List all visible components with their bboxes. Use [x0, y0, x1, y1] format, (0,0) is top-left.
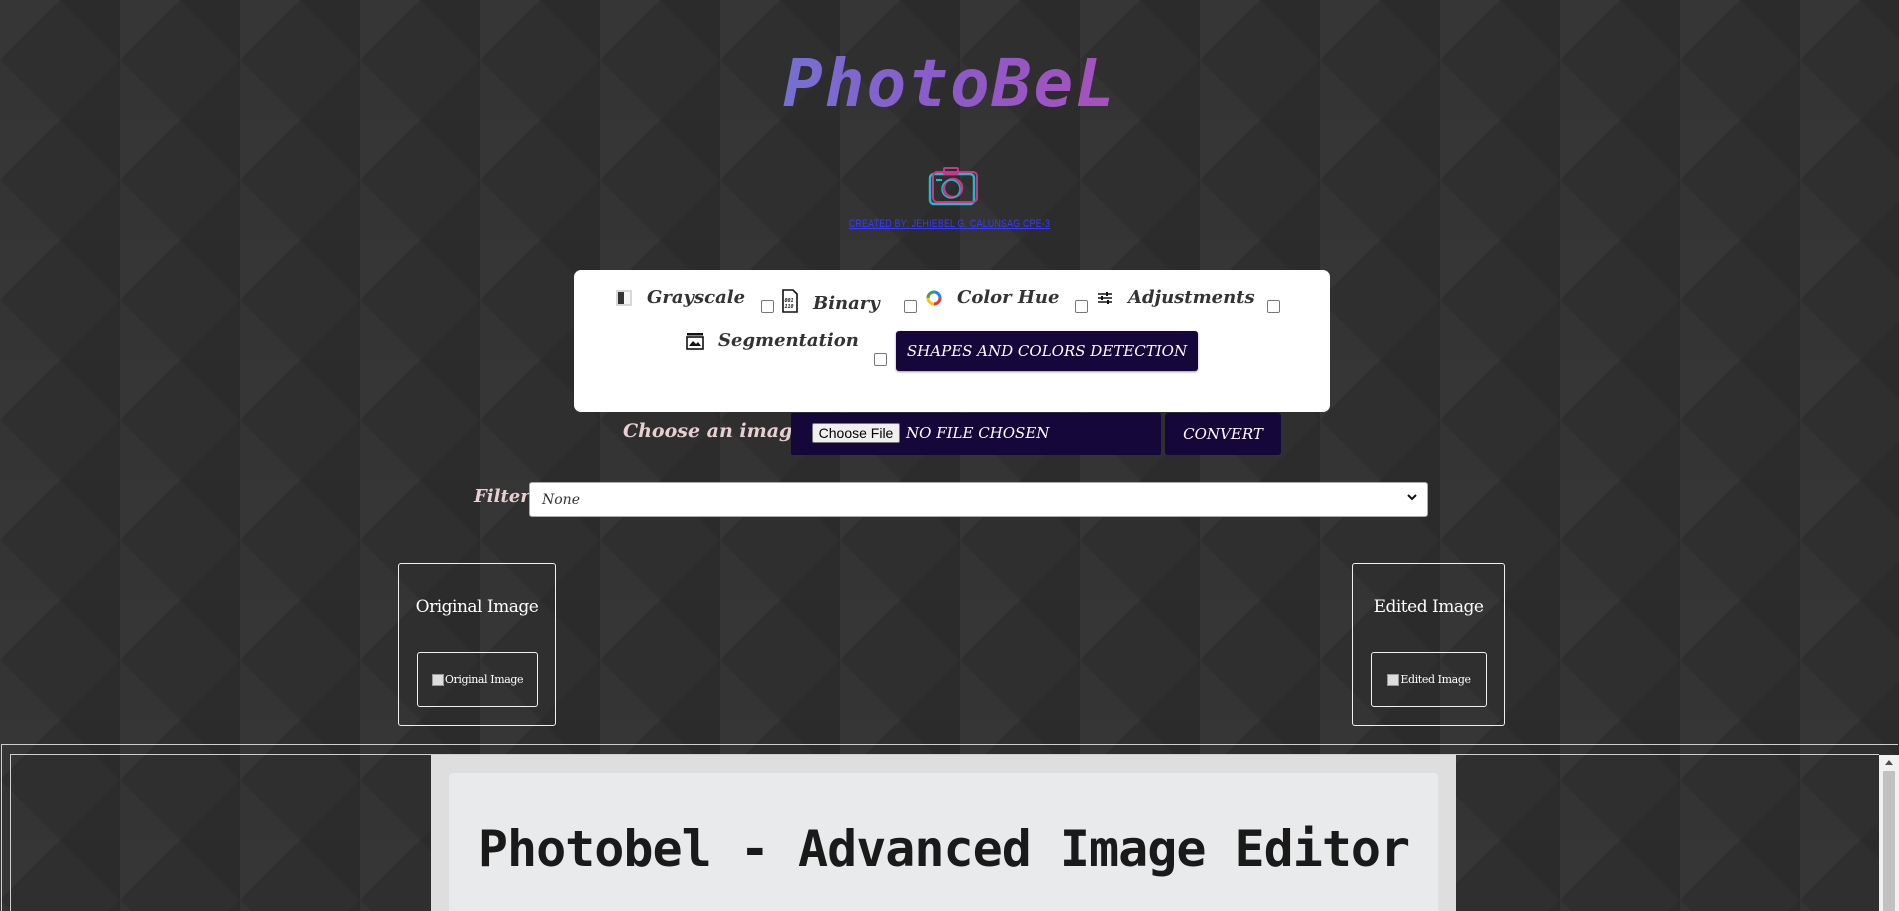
- shapes-colors-detection-button[interactable]: SHAPES AND COLORS DETECTION: [896, 331, 1198, 371]
- option-color-hue: Color Hue: [925, 287, 1059, 308]
- option-grayscale: Grayscale: [615, 287, 745, 308]
- svg-text:110: 110: [785, 304, 794, 310]
- file-status: NO FILE CHOSEN: [906, 424, 1050, 442]
- color-hue-checkbox[interactable]: [1075, 300, 1088, 313]
- scroll-up-icon[interactable]: [1885, 760, 1893, 765]
- choose-file-button[interactable]: Choose File: [812, 423, 900, 443]
- adjustments-label: Adjustments: [1128, 287, 1255, 308]
- broken-image-icon: [431, 673, 444, 686]
- edited-image-title: Edited Image: [1373, 597, 1484, 617]
- app-logo: PhotoBeL: [735, 44, 1165, 124]
- frame-scrollbar[interactable]: [1879, 755, 1899, 911]
- camera-icon: [928, 166, 978, 208]
- filter-label: Filter: [474, 486, 530, 507]
- binary-icon: 001 110: [781, 288, 799, 313]
- edited-image: Edited Image: [1371, 652, 1487, 707]
- scrollbar-thumb[interactable]: [1883, 771, 1895, 911]
- filter-selected-value: None: [542, 491, 580, 508]
- original-image-card: Original Image Original Image: [398, 563, 556, 726]
- sliders-icon: [1096, 289, 1114, 307]
- adjustments-checkbox[interactable]: [1267, 300, 1280, 313]
- grayscale-checkbox[interactable]: [761, 300, 774, 313]
- logo-text: PhotoBeL: [735, 44, 1165, 124]
- binary-label: Binary: [813, 293, 880, 314]
- edited-image-alt: Edited Image: [1400, 673, 1471, 686]
- segmentation-icon: [686, 332, 704, 350]
- chevron-down-icon: [1406, 491, 1418, 503]
- original-image: Original Image: [417, 652, 538, 707]
- color-hue-label: Color Hue: [957, 287, 1060, 308]
- embedded-doc-title: Photobel - Advanced Image Editor: [477, 820, 1410, 878]
- segmentation-label: Segmentation: [718, 330, 859, 351]
- binary-checkbox[interactable]: [904, 300, 917, 313]
- original-image-title: Original Image: [415, 597, 539, 617]
- segmentation-checkbox[interactable]: [874, 353, 887, 366]
- original-image-alt: Original Image: [444, 673, 524, 686]
- credit-link[interactable]: CREATED BY: JEHIEBEL G. CALUNSAG CPE-3: [190, 218, 1709, 230]
- option-adjustments: Adjustments: [1096, 287, 1255, 308]
- color-wheel-icon: [925, 289, 943, 307]
- grayscale-icon: [615, 289, 633, 307]
- option-binary: 001 110 Binary: [781, 287, 880, 314]
- option-segmentation: Segmentation: [686, 330, 859, 351]
- broken-image-icon: [1387, 673, 1400, 686]
- grayscale-label: Grayscale: [647, 287, 746, 308]
- convert-button[interactable]: CONVERT: [1165, 413, 1281, 455]
- choose-image-label: Choose an image: [623, 420, 805, 442]
- filter-select[interactable]: None: [529, 482, 1428, 517]
- edited-image-card: Edited Image Edited Image: [1352, 563, 1505, 726]
